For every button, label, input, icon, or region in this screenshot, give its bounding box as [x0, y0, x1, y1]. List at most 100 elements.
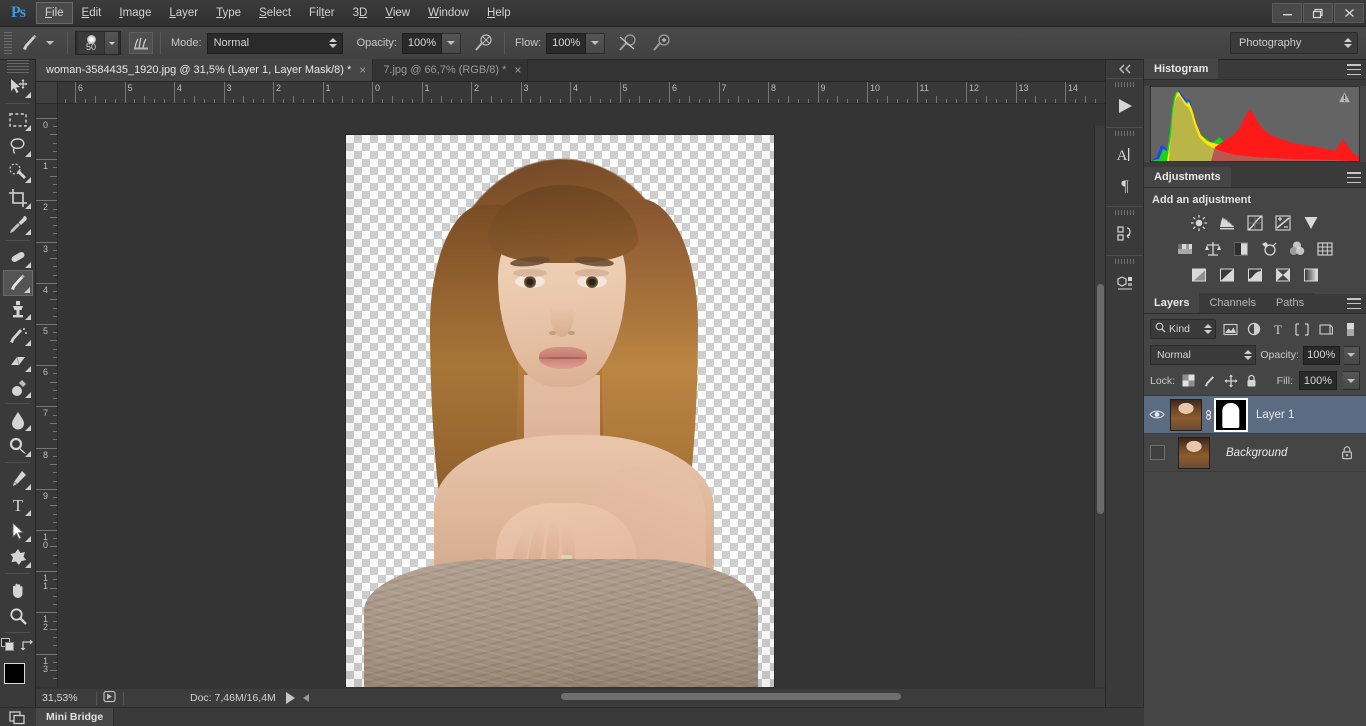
timeline-icon[interactable] — [1106, 91, 1143, 121]
brush-tool[interactable] — [2, 270, 33, 296]
image-canvas[interactable] — [346, 135, 774, 687]
layer-fill-value[interactable]: 100% — [1299, 371, 1337, 390]
color-balance-adjustment[interactable] — [1201, 238, 1225, 260]
layer-opacity-value[interactable]: 100% — [1302, 345, 1340, 365]
close-icon[interactable]: × — [514, 64, 521, 76]
document-tab-secondary[interactable]: 7.jpg @ 66,7% (RGB/8) * × — [373, 59, 529, 81]
screen-mode-icon[interactable] — [0, 710, 36, 725]
channel-mixer-adjustment[interactable] — [1285, 238, 1309, 260]
layer-name[interactable]: Layer 1 — [1256, 409, 1294, 421]
eraser-tool[interactable] — [3, 348, 33, 374]
layer-visibility-toggle[interactable] — [1144, 445, 1170, 460]
spot-healing-brush-tool[interactable] — [3, 244, 33, 270]
menu-type[interactable]: Type — [207, 2, 250, 24]
foreground-color-swatch[interactable] — [3, 663, 25, 684]
canvas-vertical-scrollbar[interactable] — [1094, 126, 1105, 687]
menu-help[interactable]: Help — [478, 2, 520, 24]
blur-tool[interactable] — [3, 407, 33, 433]
hand-tool[interactable] — [3, 577, 33, 603]
layer-fill-dropdown[interactable] — [1343, 371, 1360, 390]
layer-name[interactable]: Background — [1226, 447, 1287, 459]
pressure-opacity-icon[interactable] — [613, 31, 641, 55]
panel-menu-icon[interactable] — [1347, 64, 1361, 75]
kind-spinner-icon[interactable] — [1202, 321, 1213, 338]
menu-view[interactable]: View — [376, 2, 419, 24]
photo-filter-adjustment[interactable] — [1257, 238, 1281, 260]
layer-filter-kind-select[interactable]: Kind — [1150, 319, 1217, 339]
opacity-value[interactable]: 100% — [401, 32, 442, 54]
blend-mode-select[interactable]: Normal — [206, 32, 343, 54]
layer-thumbnail[interactable] — [1178, 436, 1210, 469]
dock-grip[interactable] — [1114, 210, 1135, 215]
filter-type-layers-icon[interactable]: T — [1268, 319, 1288, 339]
zoom-level-field[interactable]: 31,53% — [36, 692, 90, 704]
filter-pixel-layers-icon[interactable] — [1220, 319, 1240, 339]
brush-tool-icon[interactable] — [16, 31, 44, 55]
zoom-tool[interactable] — [3, 603, 33, 629]
black-white-adjustment[interactable] — [1229, 238, 1253, 260]
document-tab-active[interactable]: woman-3584435_1920.jpg @ 31,5% (Layer 1,… — [36, 59, 374, 81]
clone-stamp-tool[interactable] — [3, 296, 33, 322]
quick-selection-tool[interactable] — [3, 159, 33, 185]
scrollbar-thumb[interactable] — [561, 693, 901, 700]
flow-dropdown[interactable] — [586, 32, 606, 54]
layer-blend-mode-select[interactable]: Normal — [1150, 345, 1257, 365]
workspace-switcher[interactable]: Photography — [1230, 32, 1358, 54]
default-colors-icon[interactable] — [1, 638, 15, 655]
layer-thumbnail[interactable] — [1170, 398, 1202, 431]
hue-saturation-adjustment[interactable] — [1173, 238, 1197, 260]
panel-menu-icon[interactable] — [1347, 172, 1361, 183]
gradient-tool[interactable] — [3, 374, 33, 400]
close-button[interactable] — [1334, 3, 1364, 23]
filter-toggle-icon[interactable] — [1340, 319, 1360, 339]
menu-layer[interactable]: Layer — [160, 2, 207, 24]
brush-panel-toggle-icon[interactable] — [129, 32, 153, 54]
crop-tool[interactable] — [3, 185, 33, 211]
vibrance-adjustment[interactable] — [1299, 212, 1323, 234]
histogram-chart[interactable] — [1150, 86, 1360, 162]
ruler-corner[interactable] — [36, 82, 58, 104]
dock-grip[interactable] — [1114, 82, 1135, 87]
collapse-panels-icon[interactable] — [1106, 60, 1143, 78]
tab-paths[interactable]: Paths — [1265, 293, 1315, 313]
paragraph-panel-icon[interactable]: ¶ — [1106, 170, 1143, 200]
posterize-adjustment[interactable] — [1215, 264, 1239, 286]
blend-spinner-icon[interactable] — [1242, 347, 1253, 364]
rectangular-marquee-tool[interactable] — [3, 107, 33, 133]
flow-value[interactable]: 100% — [546, 32, 587, 54]
horizontal-ruler[interactable]: 7654321012345678910111213141516171819 — [58, 82, 1105, 104]
dodge-tool[interactable] — [3, 433, 33, 459]
blend-mode-spinner-icon[interactable] — [328, 35, 339, 52]
move-tool[interactable] — [3, 74, 33, 100]
levels-adjustment[interactable] — [1215, 212, 1239, 234]
tab-adjustments[interactable]: Adjustments — [1144, 167, 1231, 187]
horizontal-type-tool[interactable]: T — [3, 492, 33, 518]
filter-smart-objects-icon[interactable] — [1316, 319, 1336, 339]
tab-histogram[interactable]: Histogram — [1144, 59, 1219, 79]
layer-mask-thumbnail[interactable] — [1214, 397, 1248, 432]
canvas-horizontal-scrollbar[interactable] — [491, 692, 1133, 701]
close-icon[interactable]: × — [359, 64, 366, 76]
path-selection-tool[interactable] — [3, 518, 33, 544]
lasso-tool[interactable] — [3, 133, 33, 159]
minimize-button[interactable] — [1272, 3, 1302, 23]
table-row[interactable]: Background — [1144, 434, 1366, 472]
play-icon[interactable] — [285, 692, 295, 704]
options-bar-grip[interactable] — [4, 32, 12, 54]
color-lookup-adjustment[interactable] — [1313, 238, 1337, 260]
threshold-adjustment[interactable] — [1243, 264, 1267, 286]
menu-file[interactable]: File — [36, 2, 73, 24]
3d-panel-icon[interactable] — [1106, 268, 1143, 298]
brush-preset-picker[interactable]: 50 — [75, 31, 121, 55]
menu-window[interactable]: Window — [419, 2, 478, 24]
exposure-adjustment[interactable] — [1271, 212, 1295, 234]
eyedropper-tool[interactable] — [3, 211, 33, 237]
layer-opacity-dropdown[interactable] — [1343, 345, 1360, 365]
proxy-preview-icon[interactable] — [103, 690, 117, 706]
pen-tool[interactable] — [3, 466, 33, 492]
vertical-ruler[interactable]: 01234567891011121314 — [36, 104, 58, 687]
mini-bridge-tab[interactable]: Mini Bridge — [36, 707, 115, 726]
airbrush-icon[interactable] — [469, 31, 497, 55]
tab-channels[interactable]: Channels — [1199, 293, 1266, 313]
lock-position-icon[interactable] — [1223, 373, 1238, 388]
